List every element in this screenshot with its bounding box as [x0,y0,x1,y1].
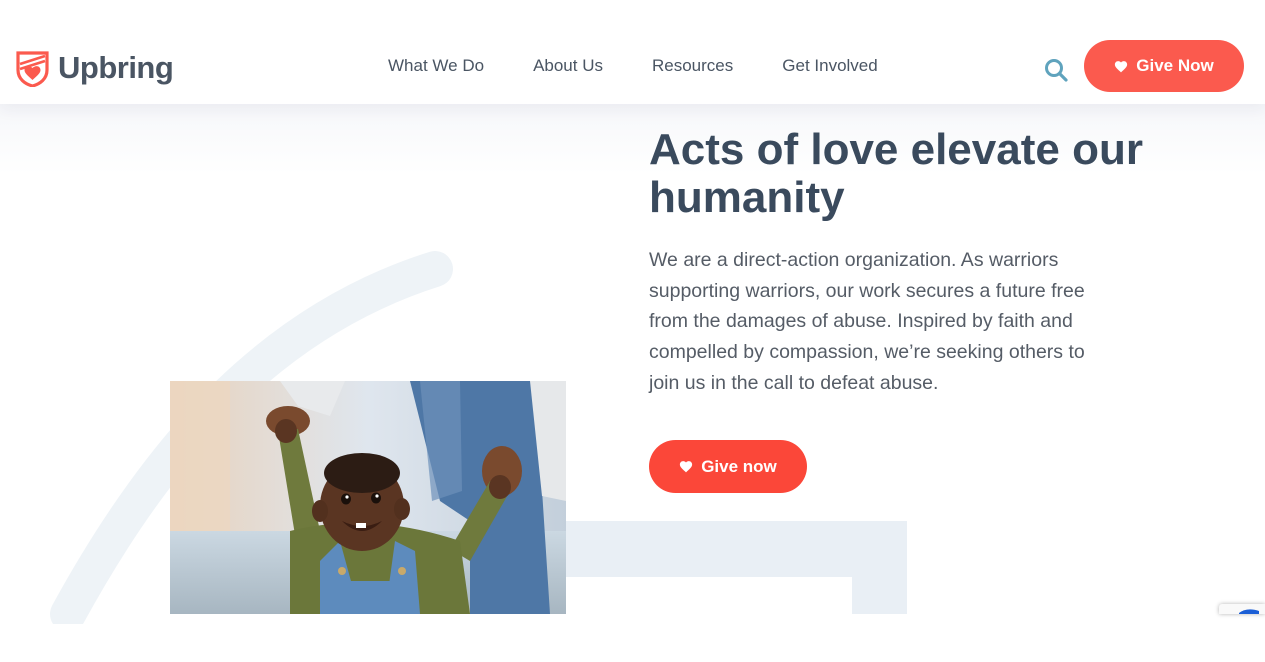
page: Acts of love elevate our humanity We are… [0,0,1265,662]
recaptcha-icon [1239,609,1259,614]
decorative-block-cutout [566,577,852,614]
give-now-button[interactable]: Give Now [1084,40,1244,92]
logo-text: Upbring [58,50,174,85]
site-header: Upbring What We Do About Us Resources Ge… [0,0,1265,104]
nav-item-about-us[interactable]: About Us [533,55,603,77]
heart-icon [1115,60,1128,72]
give-now-button-label: Give Now [1136,56,1214,75]
give-now-cta-label: Give now [701,456,777,476]
nav-item-what-we-do[interactable]: What We Do [388,55,484,77]
hero-headline: Acts of love elevate our humanity [649,125,1143,222]
recaptcha-badge[interactable] [1219,604,1265,614]
hero-intro-text: We are a direct-action organization. As … [649,249,1085,394]
nav-item-resources[interactable]: Resources [652,55,733,77]
nav-item-get-involved[interactable]: Get Involved [782,55,877,77]
shield-heart-icon [16,50,49,87]
heart-icon [680,461,693,473]
hero-photo [170,381,566,614]
search-icon[interactable] [1043,57,1069,83]
main-nav: What We Do About Us Resources Get Involv… [388,55,927,77]
logo[interactable]: Upbring [16,49,174,87]
give-now-cta-button[interactable]: Give now [649,440,807,493]
